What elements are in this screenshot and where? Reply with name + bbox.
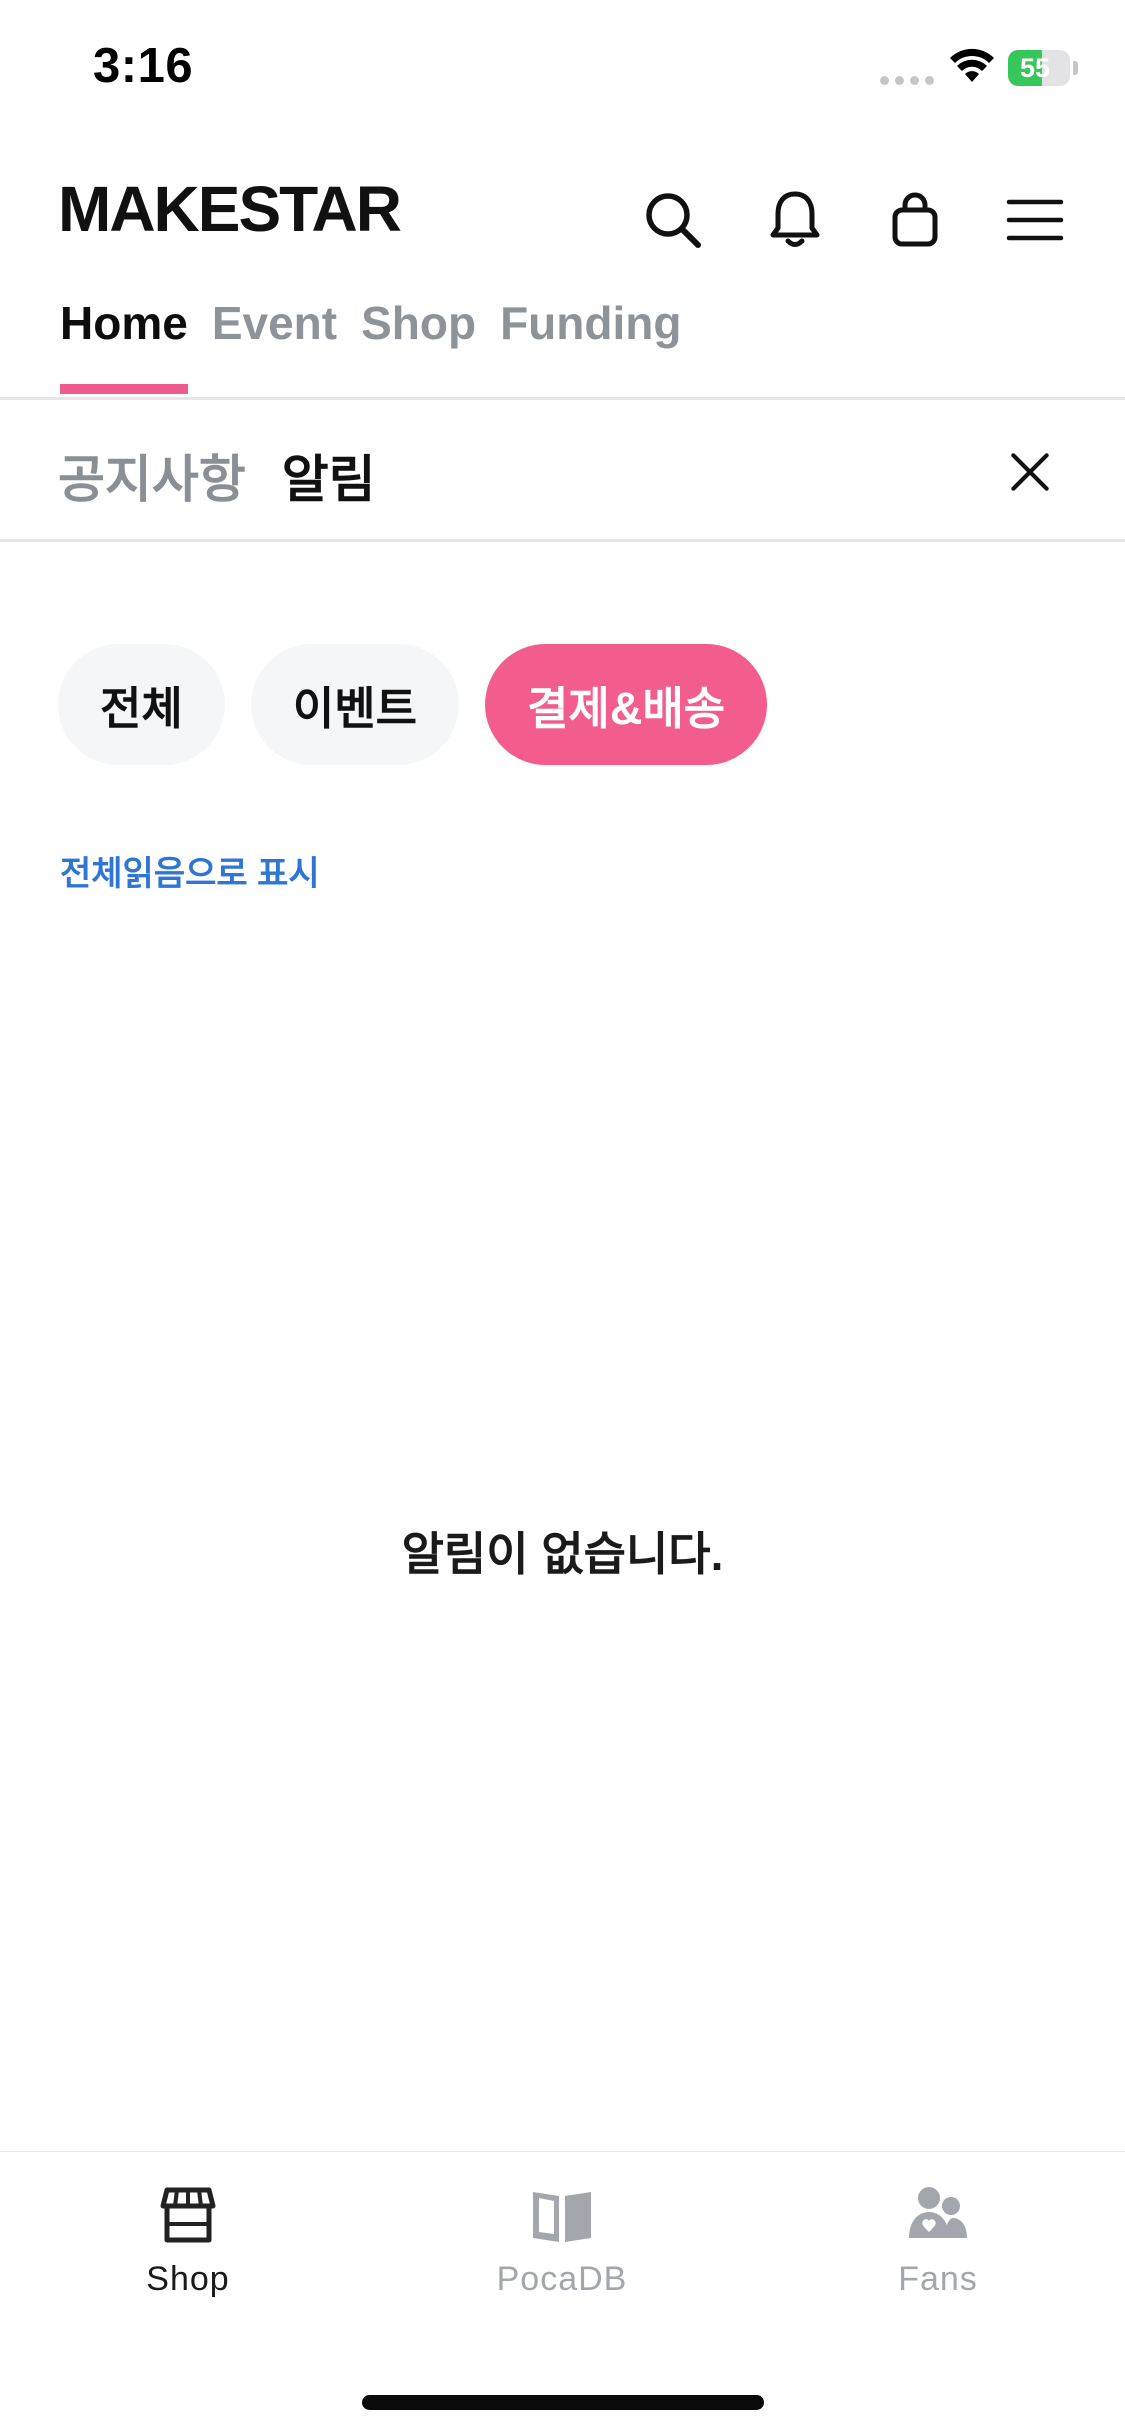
- home-indicator: [362, 2395, 764, 2410]
- filter-chips: 전체 이벤트 결제&배송: [58, 644, 768, 765]
- filter-event-chip[interactable]: 이벤트: [250, 644, 460, 765]
- close-icon: [1011, 453, 1049, 491]
- filter-all-chip[interactable]: 전체: [58, 644, 225, 765]
- nav-pocadb[interactable]: PocaDB: [432, 2182, 692, 2299]
- empty-state-message: 알림이 없습니다.: [401, 1528, 724, 1580]
- notification-button[interactable]: [760, 185, 830, 255]
- search-button[interactable]: [638, 185, 708, 255]
- tab-home[interactable]: Home: [60, 296, 188, 394]
- cart-button[interactable]: [880, 185, 950, 255]
- battery-level: 55: [1019, 53, 1051, 83]
- search-icon: [646, 193, 701, 248]
- tab-alarm[interactable]: 알림: [282, 438, 376, 512]
- tab-shop[interactable]: Shop: [361, 296, 476, 368]
- battery-cap: [1073, 61, 1078, 75]
- tab-event[interactable]: Event: [212, 296, 337, 368]
- app-logo[interactable]: MAKESTAR: [58, 172, 402, 246]
- sub-tabs: 공지사항 알림: [58, 438, 376, 512]
- bell-icon: [770, 191, 820, 247]
- cellular-signal-icon: [880, 76, 934, 85]
- battery-icon: 55: [1008, 50, 1070, 86]
- storefront-icon: [160, 2187, 216, 2243]
- users-icon: [909, 2187, 967, 2238]
- nav-fans-label: Fans: [898, 2260, 978, 2298]
- status-time: 3:16: [93, 39, 194, 93]
- tab-notice[interactable]: 공지사항: [58, 438, 246, 512]
- book-icon: [533, 2192, 591, 2242]
- shopping-bag-icon: [892, 192, 938, 247]
- nav-shop[interactable]: Shop: [58, 2182, 318, 2299]
- tabs-divider: [0, 397, 1125, 400]
- nav-pocadb-label: PocaDB: [496, 2260, 628, 2298]
- subtabs-divider: [0, 539, 1125, 542]
- close-button[interactable]: [1000, 442, 1060, 502]
- status-bar: 3:16 55: [0, 0, 1125, 140]
- mark-all-read-link[interactable]: 전체읽음으로 표시: [60, 846, 320, 895]
- wifi-icon: [950, 48, 994, 82]
- filter-payment-delivery-chip[interactable]: 결제&배송: [485, 644, 768, 765]
- nav-fans[interactable]: Fans: [808, 2182, 1068, 2299]
- tab-funding[interactable]: Funding: [500, 296, 681, 368]
- main-tabs: Home Event Shop Funding: [60, 296, 681, 394]
- bottom-nav: Shop PocaDB Fans: [0, 2152, 1125, 2436]
- menu-button[interactable]: [1000, 185, 1070, 255]
- menu-icon: [1006, 199, 1064, 241]
- screen: 3:16 55 MAKESTAR Home Event Shop Funding…: [0, 0, 1125, 2436]
- nav-shop-label: Shop: [146, 2260, 230, 2298]
